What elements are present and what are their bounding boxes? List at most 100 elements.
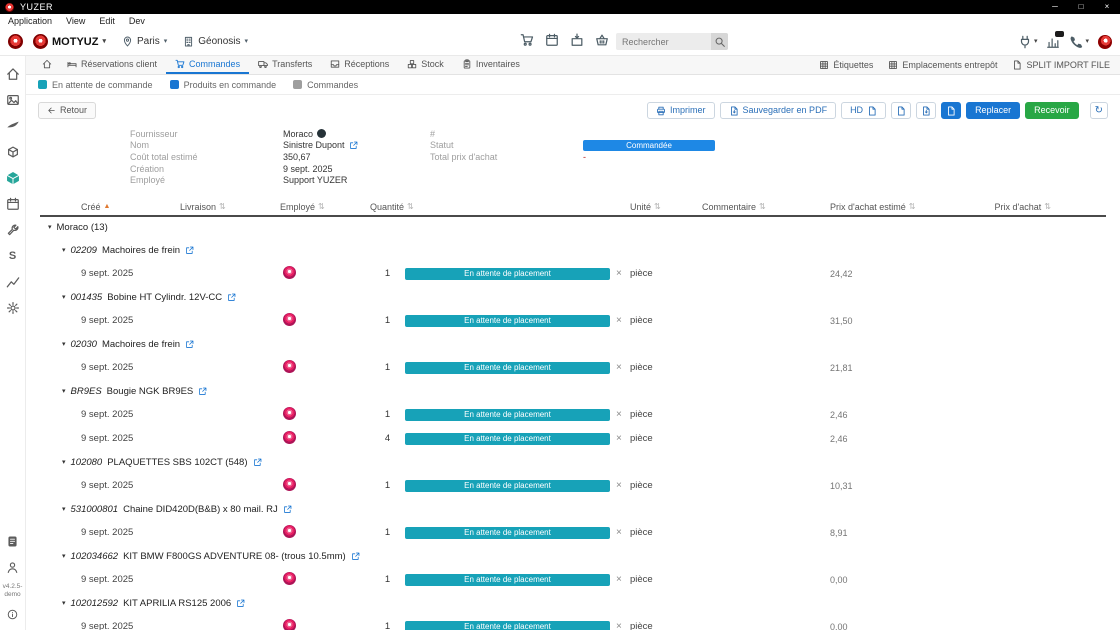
phone-button[interactable]: ▾ xyxy=(1069,35,1089,49)
employee-avatar[interactable] xyxy=(283,407,296,420)
basket-button[interactable] xyxy=(595,33,609,50)
brand-menu[interactable]: MOTYUZ ▾ xyxy=(33,34,106,49)
subtab-commandes[interactable]: Commandes xyxy=(293,80,358,90)
table-row[interactable]: 9 sept. 20251En attente de placement×piè… xyxy=(40,309,1106,333)
remove-status-button[interactable]: × xyxy=(616,362,622,373)
employee-avatar[interactable] xyxy=(283,572,296,585)
table-row[interactable]: 9 sept. 20251En attente de placement×piè… xyxy=(40,521,1106,545)
search-button[interactable] xyxy=(711,33,728,50)
print-button[interactable]: Imprimer xyxy=(647,102,715,119)
tabbar-action-emplacements-entrepot[interactable]: Emplacements entrepôt xyxy=(888,60,997,70)
table-row[interactable]: 9 sept. 20254En attente de placement×piè… xyxy=(40,427,1106,451)
employee-avatar[interactable] xyxy=(283,525,296,538)
calendar-button[interactable] xyxy=(545,33,559,50)
employee-avatar[interactable] xyxy=(283,266,296,279)
tab-commandes[interactable]: Commandes xyxy=(166,56,249,74)
product-header-row[interactable]: ▾102034662KIT BMW F800GS ADVENTURE 08- (… xyxy=(40,545,1106,568)
cart-button[interactable] xyxy=(520,33,534,50)
plug-button[interactable]: ▾ xyxy=(1018,35,1038,49)
remove-status-button[interactable]: × xyxy=(616,527,622,538)
sidebar-wrench-icon[interactable] xyxy=(0,217,25,243)
product-header-row[interactable]: ▾531000801Chaine DID420D(B&B) x 80 mail.… xyxy=(40,498,1106,521)
ext-link-icon[interactable] xyxy=(236,599,245,608)
sidebar-info-button[interactable] xyxy=(0,601,25,627)
remove-status-button[interactable]: × xyxy=(616,621,622,630)
table-row[interactable]: 9 sept. 20251En attente de placement×piè… xyxy=(40,474,1106,498)
ext-link-icon[interactable] xyxy=(351,552,360,561)
close-button[interactable]: × xyxy=(1094,0,1120,14)
remove-status-button[interactable]: × xyxy=(616,315,622,326)
sidebar-home-icon[interactable] xyxy=(0,61,25,87)
employee-avatar[interactable] xyxy=(283,431,296,444)
remove-status-button[interactable]: × xyxy=(616,409,622,420)
column-header-quantite[interactable]: Quantité⇅ xyxy=(370,202,405,212)
product-header-row[interactable]: ▾02030Machoires de frein xyxy=(40,333,1106,356)
column-header-prix-d-achat[interactable]: Prix d'achat⇅ xyxy=(940,202,1106,212)
selector-geonosis[interactable]: Géonosis▾ xyxy=(183,36,248,47)
tab-receptions[interactable]: Réceptions xyxy=(321,56,398,74)
sidebar-calendar-icon[interactable] xyxy=(0,191,25,217)
receive-button[interactable]: Recevoir xyxy=(1025,102,1079,119)
tab-transferts[interactable]: Transferts xyxy=(249,56,321,74)
search-input[interactable] xyxy=(616,37,711,47)
tabbar-action-etiquettes[interactable]: Étiquettes xyxy=(819,60,873,70)
sidebar-image-icon[interactable] xyxy=(0,87,25,113)
ext-link-icon[interactable] xyxy=(185,246,194,255)
ext-link-icon[interactable] xyxy=(185,340,194,349)
table-row[interactable]: 9 sept. 20251En attente de placement×piè… xyxy=(40,403,1106,427)
menu-item-edit[interactable]: Edit xyxy=(99,16,115,26)
employee-avatar[interactable] xyxy=(283,619,296,630)
sidebar-stats-line-icon[interactable] xyxy=(0,269,25,295)
ext-link-icon[interactable] xyxy=(227,293,236,302)
product-header-row[interactable]: ▾102012592KIT APRILIA RS125 2006 xyxy=(40,592,1106,615)
hd-button[interactable]: HD xyxy=(841,102,886,119)
table-row[interactable]: 9 sept. 20251En attente de placement×piè… xyxy=(40,262,1106,286)
column-header-unite[interactable]: Unité⇅ xyxy=(630,202,702,212)
sidebar-warehouse-icon[interactable] xyxy=(0,165,25,191)
column-header-cree[interactable]: Créé▲ xyxy=(40,202,180,212)
replace-button[interactable]: Replacer xyxy=(966,102,1020,119)
refresh-button[interactable]: ↻ xyxy=(1090,102,1108,119)
doc-button-2[interactable] xyxy=(916,102,936,119)
table-row[interactable]: 9 sept. 20251En attente de placement×piè… xyxy=(40,615,1106,630)
product-header-row[interactable]: ▾102080PLAQUETTES SBS 102CT (548) xyxy=(40,451,1106,474)
back-button[interactable]: Retour xyxy=(38,102,96,119)
doc-button-primary[interactable] xyxy=(941,102,961,119)
remove-status-button[interactable]: × xyxy=(616,574,622,585)
column-header-employe[interactable]: Employé⇅ xyxy=(280,202,370,212)
receive-button[interactable] xyxy=(570,33,584,50)
tabbar-action-split-import-file[interactable]: SPLIT IMPORT FILE xyxy=(1012,60,1110,70)
group-header-row[interactable]: ▾Moraco (13) xyxy=(40,217,1106,239)
sidebar-bird-icon[interactable] xyxy=(0,113,25,139)
subtab-produits-en-commande[interactable]: Produits en commande xyxy=(170,80,277,90)
ext-link-icon[interactable] xyxy=(198,387,207,396)
maximize-button[interactable]: □ xyxy=(1068,0,1094,14)
remove-status-button[interactable]: × xyxy=(616,268,622,279)
remove-status-button[interactable]: × xyxy=(616,480,622,491)
menu-item-view[interactable]: View xyxy=(66,16,85,26)
table-row[interactable]: 9 sept. 20251En attente de placement×piè… xyxy=(40,568,1106,592)
tab-stock[interactable]: Stock xyxy=(398,56,453,74)
product-header-row[interactable]: ▾02209Machoires de frein xyxy=(40,239,1106,262)
menu-item-dev[interactable]: Dev xyxy=(129,16,145,26)
sidebar-cube-icon[interactable] xyxy=(0,139,25,165)
user-avatar[interactable] xyxy=(1098,35,1112,49)
save-pdf-button[interactable]: Sauvegarder en PDF xyxy=(720,102,837,119)
tab-reservations-client[interactable]: Réservations client xyxy=(58,56,166,74)
remove-status-button[interactable]: × xyxy=(616,433,622,444)
sidebar-person-icon[interactable] xyxy=(0,555,25,581)
minimize-button[interactable]: ─ xyxy=(1042,0,1068,14)
tab-home[interactable] xyxy=(36,56,58,74)
column-header-prix-d-achat-estime[interactable]: Prix d'achat estimé⇅ xyxy=(830,202,940,212)
selector-paris[interactable]: Paris▾ xyxy=(122,36,167,47)
product-header-row[interactable]: ▾001435Bobine HT Cylindr. 12V-CC xyxy=(40,286,1106,309)
app-avatar-icon[interactable] xyxy=(8,34,23,49)
column-header-commentaire[interactable]: Commentaire⇅ xyxy=(702,202,830,212)
sidebar-gear-icon[interactable] xyxy=(0,295,25,321)
column-header-livraison[interactable]: Livraison⇅ xyxy=(180,202,280,212)
menu-item-application[interactable]: Application xyxy=(8,16,52,26)
employee-avatar[interactable] xyxy=(283,478,296,491)
ext-link-icon[interactable] xyxy=(283,505,292,514)
sidebar-s-module-icon[interactable]: S xyxy=(0,243,25,269)
sidebar-notebook-icon[interactable] xyxy=(0,529,25,555)
